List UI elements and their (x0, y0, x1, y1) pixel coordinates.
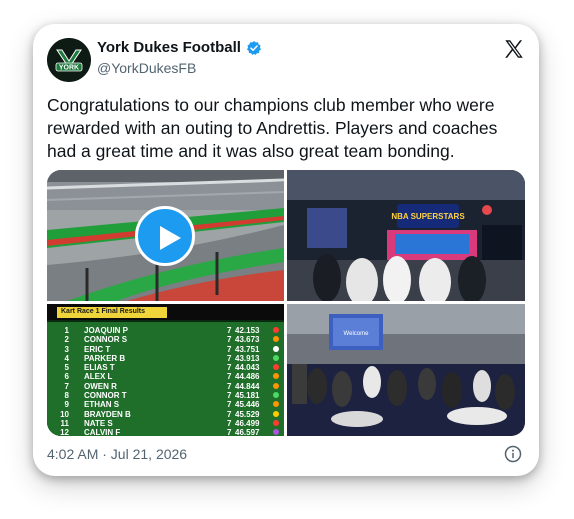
leaderboard-lap: 7 (227, 418, 232, 428)
banquet-image: Welcome (287, 304, 525, 436)
leaderboard-lap: 7 (227, 335, 232, 345)
tweet-text: Congratulations to our champions club me… (47, 95, 498, 161)
leaderboard-time: 45.529 (235, 409, 260, 419)
leaderboard-row: 2 CONNOR S 7 43.673 (47, 335, 284, 344)
leaderboard-lap: 7 (227, 326, 232, 335)
leaderboard-lap: 7 (227, 428, 232, 436)
leaderboard-header: Kart Race 1 Final Results (61, 308, 146, 315)
avatar[interactable]: YORK (47, 38, 91, 82)
leaderboard-time: 44.486 (235, 372, 260, 382)
leaderboard-name: CONNOR T (84, 391, 127, 401)
leaderboard-name: CONNOR S (84, 335, 128, 345)
leaderboard-position: 8 (64, 391, 69, 401)
leaderboard-position: 9 (64, 400, 69, 410)
avatar-text: YORK (59, 65, 79, 72)
leaderboard-rows: 1 JOAQUIN P 7 42.153 2 CONNOR S 7 43.673 3 ERIC T… (47, 326, 284, 436)
leaderboard-position: 2 (64, 335, 69, 345)
leaderboard-time: 42.153 (235, 326, 260, 335)
leaderboard-name: CALVIN F (84, 428, 121, 436)
photo-race-results[interactable]: Kart Race 1 Final Results 1 JOAQUIN P 7 42.… (47, 304, 284, 436)
leaderboard-name: NATE S (84, 418, 113, 428)
video-thumbnail-kart-track[interactable] (47, 170, 284, 301)
leaderboard-color-dot (273, 410, 279, 417)
leaderboard-row: 11 NATE S 7 46.499 (47, 419, 284, 428)
leaderboard-row: 3 ERIC T 7 43.751 (47, 345, 284, 354)
leaderboard-name: BRAYDEN B (84, 409, 131, 419)
york-dukes-logo: YORK (47, 38, 91, 82)
leaderboard-time: 43.673 (235, 335, 260, 345)
leaderboard-row: 1 JOAQUIN P 7 42.153 (47, 326, 284, 335)
leaderboard-color-dot (273, 373, 279, 380)
tweet-card: YORK York Dukes Football @YorkDukesFB Co… (33, 24, 539, 476)
leaderboard-lap: 7 (227, 409, 232, 419)
arcade-sign: NBA SUPERSTARS (391, 212, 465, 221)
leaderboard-name: ALEX L (84, 372, 113, 382)
leaderboard-color-dot (273, 364, 279, 371)
leaderboard-color-dot (273, 327, 279, 333)
leaderboard-time: 45.446 (235, 400, 260, 410)
leaderboard-row: 9 ETHAN S 7 45.446 (47, 400, 284, 409)
leaderboard-color-dot (273, 345, 279, 352)
play-button[interactable] (135, 206, 195, 266)
x-logo-icon[interactable] (503, 38, 525, 60)
leaderboard-position: 7 (64, 381, 69, 391)
leaderboard-row: 10 BRAYDEN B 7 45.529 (47, 410, 284, 419)
leaderboard-time: 43.751 (235, 344, 260, 354)
leaderboard-position: 11 (60, 418, 69, 428)
leaderboard-name: ERIC T (84, 344, 111, 354)
leaderboard-row: 6 ALEX L 7 44.486 (47, 372, 284, 381)
timestamp[interactable]: 4:02 AM · Jul 21, 2026 (47, 446, 187, 462)
leaderboard-lap: 7 (227, 372, 232, 382)
leaderboard-position: 3 (64, 344, 69, 354)
leaderboard-color-dot (273, 354, 279, 361)
leaderboard-lap: 7 (227, 400, 232, 410)
leaderboard-position: 12 (60, 428, 69, 436)
leaderboard-name: ETHAN S (84, 400, 120, 410)
leaderboard-row: 4 PARKER B 7 43.913 (47, 354, 284, 363)
arcade-image: NBA SUPERSTARS (287, 170, 525, 301)
verified-badge-icon (246, 40, 261, 55)
photo-arcade[interactable]: NBA SUPERSTARS (287, 170, 525, 301)
leaderboard-time: 46.499 (235, 418, 260, 428)
media-grid: NBA SUPERSTARS Kart Race 1 Final Results… (47, 170, 525, 436)
handle[interactable]: @YorkDukesFB (97, 60, 196, 76)
leaderboard-position: 6 (64, 372, 69, 382)
leaderboard-lap: 7 (227, 381, 232, 391)
leaderboard-position: 5 (64, 363, 69, 373)
leaderboard-color-dot (273, 401, 279, 408)
info-icon[interactable] (504, 445, 522, 463)
play-icon (160, 226, 181, 250)
leaderboard-color-dot (273, 392, 279, 399)
author-row: York Dukes Football (97, 39, 262, 56)
leaderboard-color-dot (273, 429, 279, 436)
leaderboard-name: ELIAS T (84, 363, 115, 373)
leaderboard-time: 43.913 (235, 353, 260, 363)
screen-text: Welcome (344, 331, 370, 337)
leaderboard-position: 1 (64, 326, 69, 335)
leaderboard-position: 4 (64, 353, 69, 363)
leaderboard-time: 44.844 (235, 381, 260, 391)
leaderboard-color-dot (273, 336, 279, 343)
leaderboard-lap: 7 (227, 344, 232, 354)
leaderboard-color-dot (273, 419, 279, 426)
leaderboard-time: 46.597 (235, 428, 260, 436)
leaderboard-lap: 7 (227, 353, 232, 363)
leaderboard-row: 5 ELIAS T 7 44.043 (47, 363, 284, 372)
leaderboard-row: 12 CALVIN F 7 46.597 (47, 428, 284, 436)
leaderboard-name: PARKER B (84, 353, 126, 363)
leaderboard-name: OWEN R (84, 381, 117, 391)
leaderboard-name: JOAQUIN P (84, 326, 129, 335)
leaderboard-row: 7 OWEN R 7 44.844 (47, 382, 284, 391)
leaderboard-lap: 7 (227, 363, 232, 373)
display-name[interactable]: York Dukes Football (97, 39, 241, 56)
leaderboard-row: 8 CONNOR T 7 45.181 (47, 391, 284, 400)
leaderboard-time: 45.181 (235, 391, 260, 401)
leaderboard-position: 10 (60, 409, 69, 419)
leaderboard-color-dot (273, 382, 279, 389)
leaderboard-lap: 7 (227, 391, 232, 401)
photo-banquet-room[interactable]: Welcome (287, 304, 525, 436)
leaderboard-time: 44.043 (235, 363, 260, 373)
